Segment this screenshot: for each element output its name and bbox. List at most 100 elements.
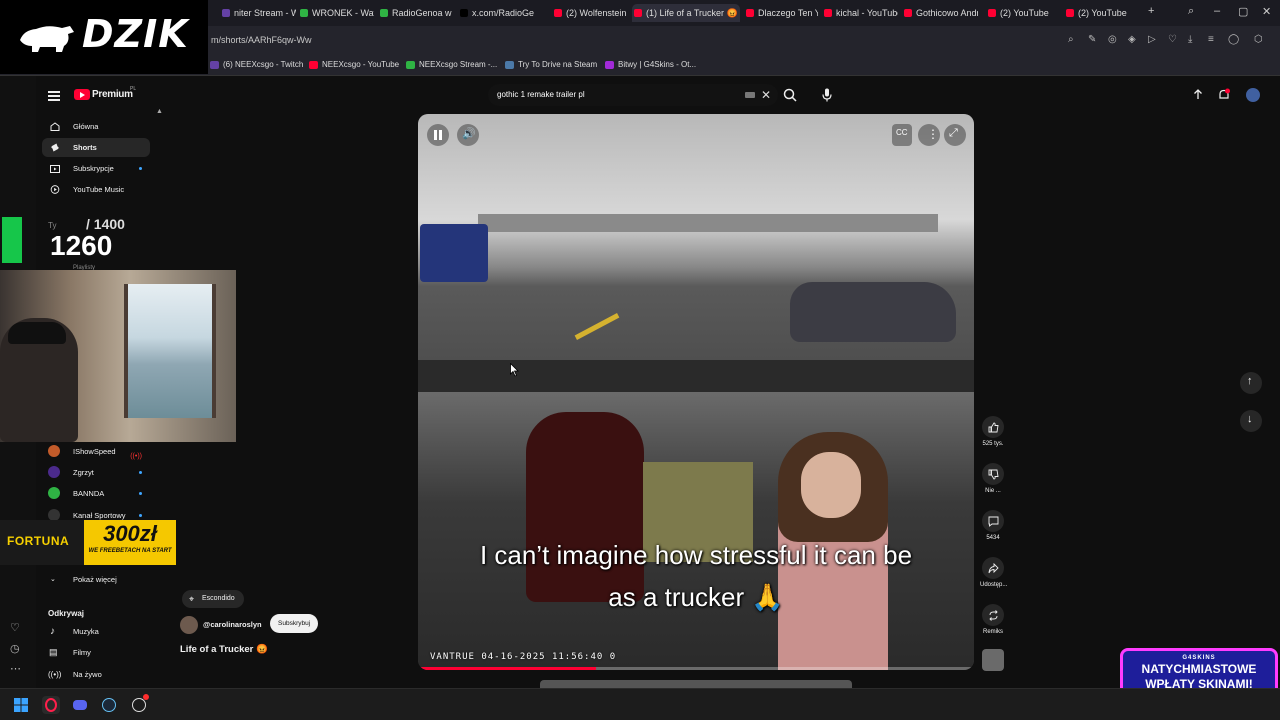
- discord-icon[interactable]: [71, 696, 89, 714]
- new-content-dot: [139, 471, 142, 474]
- menu-icon[interactable]: ≡: [1208, 34, 1214, 45]
- logo-text: DZIK: [82, 12, 189, 56]
- sidebar-item-label: Główna: [73, 122, 99, 131]
- previous-short-button[interactable]: ↑: [1240, 372, 1262, 394]
- search-box[interactable]: ✕: [488, 84, 778, 106]
- search-tabs-icon[interactable]: ⌕: [1188, 5, 1194, 18]
- extensions-icon[interactable]: ⬡: [1254, 34, 1263, 45]
- next-short-button[interactable]: ↓: [1240, 410, 1262, 432]
- browser-tab[interactable]: niter Stream - W: [220, 4, 296, 22]
- short-video-player[interactable]: I can’t imagine how stressful it can be …: [418, 114, 974, 670]
- hamburger-menu-icon[interactable]: [48, 89, 60, 103]
- channel-name[interactable]: @carolinaroslyn: [203, 620, 262, 629]
- camera-icon[interactable]: ◎: [1108, 34, 1117, 45]
- sidebar-item-live[interactable]: ((•)) Na żywo: [42, 665, 150, 684]
- captions-button[interactable]: CC: [892, 124, 912, 146]
- bookmark[interactable]: NEEXcsgo Stream -...: [406, 60, 497, 69]
- browser-tab[interactable]: (2) YouTube: [986, 4, 1060, 22]
- maximize-icon[interactable]: ▢: [1238, 5, 1248, 18]
- channel-avatar[interactable]: [180, 616, 198, 634]
- edit-icon[interactable]: ✎: [1088, 34, 1096, 45]
- bookmark[interactable]: Bitwy | G4Skins - Ot...: [605, 60, 696, 69]
- heart-icon[interactable]: ♡: [1168, 34, 1177, 45]
- remix-button[interactable]: Remiks: [980, 604, 1006, 635]
- next-short-preview[interactable]: [540, 680, 852, 688]
- more-options-button[interactable]: ⋮: [918, 124, 940, 146]
- sound-thumbnail[interactable]: [982, 649, 1004, 671]
- tab-favicon: [904, 9, 912, 17]
- sidebar-item-label: Pokaż więcej: [73, 575, 117, 584]
- browser-tab[interactable]: RadioGenoa w s: [378, 4, 454, 22]
- search-icon[interactable]: [782, 87, 798, 103]
- sidebar-item-shorts[interactable]: Shorts: [42, 138, 150, 157]
- sidebar-item-youtube-music[interactable]: YouTube Music: [42, 180, 150, 199]
- comments-button[interactable]: 5434: [980, 510, 1006, 541]
- video-progress-bar[interactable]: [418, 667, 974, 670]
- bookmark[interactable]: (6) NEEXcsgo - Twitch: [210, 60, 303, 69]
- sidebar-item-films[interactable]: ▤ Filmy: [42, 643, 150, 662]
- browser-tab[interactable]: (2) Wolfenstein: [552, 4, 626, 22]
- volume-button[interactable]: 🔊: [457, 124, 479, 146]
- youtube-premium-logo[interactable]: Premium PL: [74, 86, 137, 102]
- browser-tab[interactable]: (2) YouTube: [1064, 4, 1138, 22]
- obs-icon[interactable]: [130, 694, 149, 714]
- browser-tab[interactable]: WRONEK - Watc: [298, 4, 374, 22]
- profile-icon[interactable]: ◯: [1228, 34, 1239, 45]
- close-window-icon[interactable]: ✕: [1262, 5, 1271, 18]
- sidebar-subscription[interactable]: IShowSpeed ((•)): [42, 442, 150, 461]
- steam-logo: [102, 698, 116, 712]
- logo-region: PL: [130, 86, 137, 92]
- location-chip[interactable]: ⌖ Escondido: [182, 590, 244, 608]
- webcam-window: [124, 284, 216, 418]
- sidebar-item-home[interactable]: Główna: [42, 117, 150, 136]
- mouse-cursor-icon: [510, 363, 519, 377]
- browser-tab[interactable]: Dlaczego Ten Yo: [744, 4, 818, 22]
- opera-gx-icon[interactable]: [42, 696, 60, 714]
- upload-icon[interactable]: [1191, 88, 1205, 102]
- show-more-button[interactable]: ⌄ Pokaż więcej: [42, 570, 150, 589]
- browser-tab[interactable]: x.com/RadioGen: [458, 4, 534, 22]
- pause-button[interactable]: [427, 124, 449, 146]
- microphone-icon[interactable]: [820, 87, 834, 103]
- bookmark[interactable]: Try To Drive na Steam: [505, 60, 597, 69]
- download-icon[interactable]: ⤓: [1188, 34, 1192, 45]
- arrow-up-icon: ↑: [1247, 375, 1253, 387]
- tab-favicon: [634, 9, 642, 17]
- search-input[interactable]: [497, 90, 737, 99]
- bookmark-favicon: [505, 61, 514, 69]
- sidebar-item-subscriptions[interactable]: Subskrypcje: [42, 159, 150, 178]
- fullscreen-button[interactable]: ⤢: [944, 124, 966, 146]
- tab-favicon: [746, 9, 754, 17]
- play-icon[interactable]: ▷: [1148, 34, 1156, 45]
- like-count: 525 tys.: [982, 441, 1004, 447]
- browser-rail-more-icon[interactable]: ⋯: [10, 662, 21, 675]
- discord-logo: [73, 700, 87, 710]
- notifications-bell-icon[interactable]: [1217, 88, 1231, 102]
- dislike-button[interactable]: Nie ...: [980, 463, 1006, 494]
- browser-tab-active[interactable]: (1) Life of a Trucker 😡: [632, 4, 740, 22]
- browser-rail-heart-icon[interactable]: ♡: [10, 621, 20, 634]
- minimize-icon[interactable]: –: [1214, 5, 1220, 17]
- subscribe-button[interactable]: Subskrybuj: [270, 614, 319, 633]
- bookmark[interactable]: NEEXcsgo - YouTube: [309, 60, 399, 69]
- new-tab-button[interactable]: +: [1148, 5, 1154, 17]
- account-avatar[interactable]: [1246, 88, 1260, 102]
- sidebar-subscription[interactable]: Zgrzyt: [42, 463, 150, 482]
- like-button[interactable]: 525 tys.: [980, 416, 1006, 447]
- fortuna-sponsor-banner: FORTUNA 300zł WE FREEBETACH NA START: [0, 520, 176, 565]
- sidebar-item-music[interactable]: ♪ Muzyka: [42, 622, 150, 641]
- webcam-feed: [0, 270, 236, 442]
- sidebar-subscription[interactable]: BANNDA: [42, 484, 150, 503]
- url-field[interactable]: m/shorts/AARhF6qw-Ww: [211, 35, 312, 45]
- search-page-icon[interactable]: ⌕: [1068, 34, 1074, 45]
- browser-tab[interactable]: kichal - YouTube: [822, 4, 898, 22]
- steam-icon[interactable]: [100, 696, 118, 714]
- browser-tab[interactable]: Gothicowo Andr: [902, 4, 978, 22]
- share-button[interactable]: Udostęp...: [980, 557, 1007, 588]
- sidebar-scroll-up-icon[interactable]: ▲: [156, 108, 163, 115]
- browser-rail-history-icon[interactable]: ◷: [10, 642, 20, 655]
- windows-start-icon[interactable]: [12, 696, 30, 714]
- keyboard-icon[interactable]: [745, 92, 755, 98]
- shield-icon[interactable]: ◈: [1128, 34, 1136, 45]
- clear-search-icon[interactable]: ✕: [761, 88, 771, 102]
